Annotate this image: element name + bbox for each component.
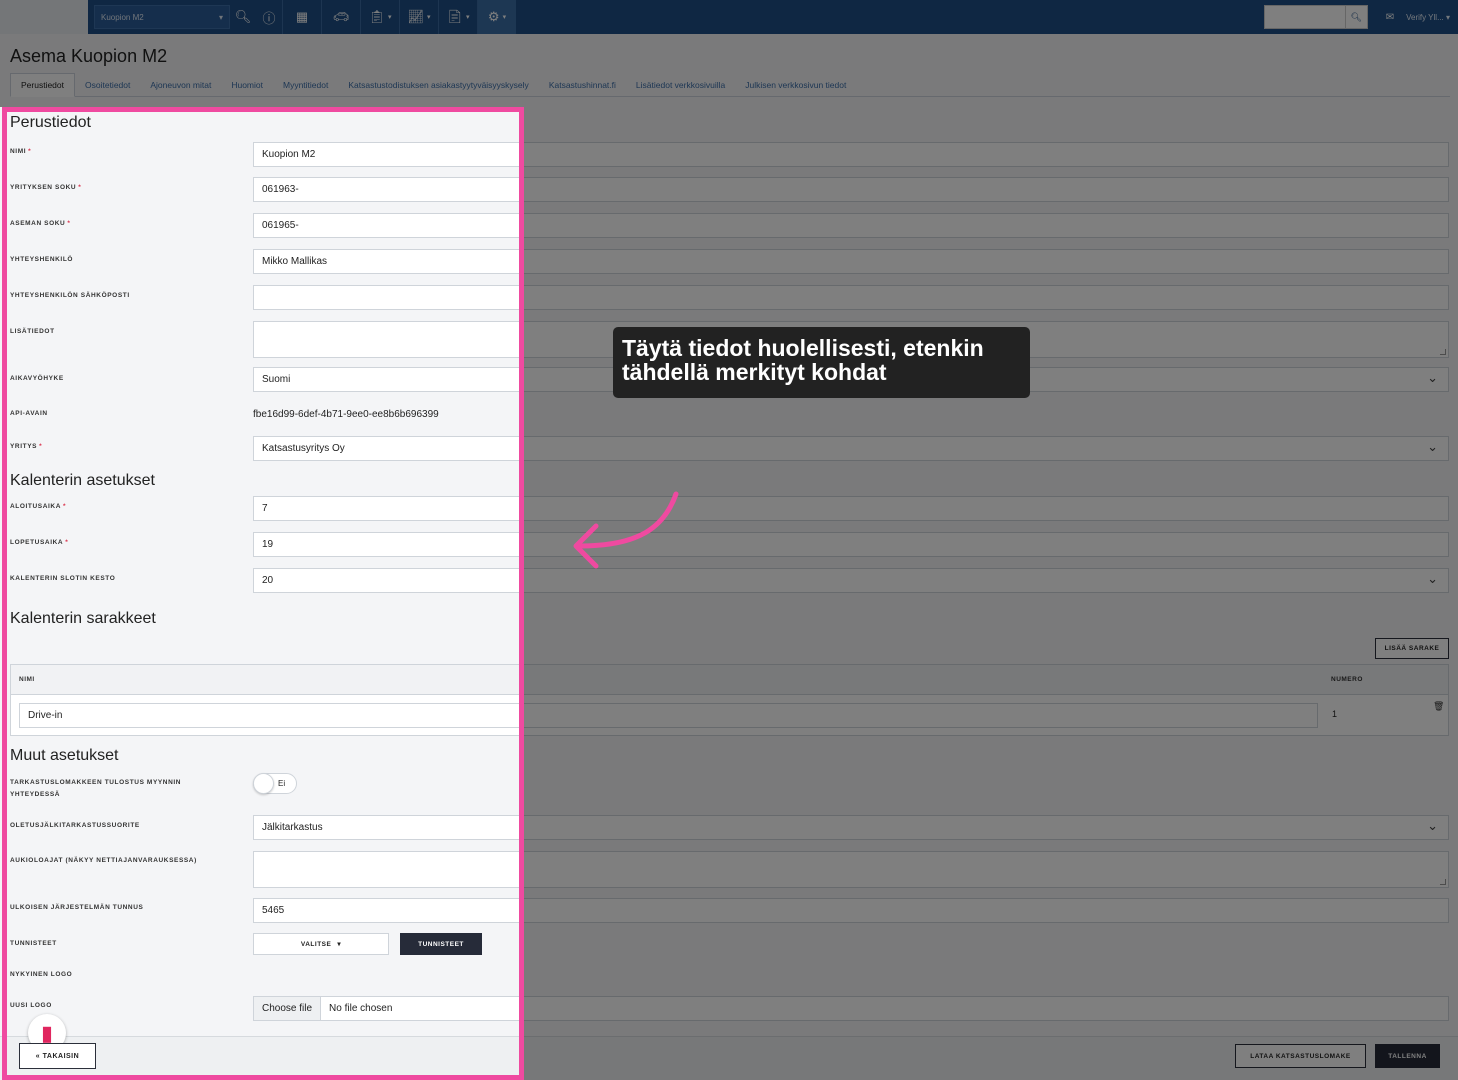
contact-email-label: YHTEYSHENKILÖN SÄHKÖPOSTI [10,292,130,299]
print-form-toggle[interactable]: Ei [253,773,297,794]
tags-label: TUNNISTEET [10,940,57,947]
api-key-label: API-AVAIN [10,410,48,417]
search-icon[interactable]: 🔍︎ [230,0,256,34]
tab-bar: Perustiedot Osoitetiedot Ajoneuvon mitat… [10,73,1450,97]
mail-icon[interactable]: ✉ [1386,12,1394,23]
timezone-label: AIKAVYÖHYKE [10,375,64,382]
column-number: 1 [1332,709,1338,719]
tab-julkisen-verkkosivun-tiedot[interactable]: Julkisen verkkosivun tiedot [735,73,856,97]
calendar-icon[interactable]: ▦ [283,0,321,34]
download-form-button[interactable]: LATAA KATSASTUSLOMAKE [1235,1044,1366,1068]
company-id-label: YRITYKSEN SOKU * [10,184,82,191]
default-reinspection-select[interactable]: Jälkitarkastus [253,815,1449,840]
top-navbar: Kuopion M2 ▾ 🔍︎ ⓘ ▦ 🚗︎ 📋︎ 📈︎ 📄︎ ⚙ 🔍︎ ✉ V… [0,0,1458,34]
column-header-number: NUMERO [1331,676,1363,683]
toggle-state: Ei [278,779,286,788]
double-chevron-left-icon: « [35,1052,43,1060]
default-reinspection-label: OLETUSJÄLKITARKASTUSSUORITE [10,822,140,829]
station-select[interactable]: Kuopion M2 ▾ [94,5,230,29]
new-logo-label: UUSI LOGO [10,1002,52,1009]
file-status: No file chosen [329,1003,393,1014]
slot-length-select[interactable]: 20 [253,568,1449,593]
tab-ajoneuvon-mitat[interactable]: Ajoneuvon mitat [140,73,221,97]
slot-length-label: KALENTERIN SLOTIN KESTO [10,575,116,582]
company-select[interactable]: Katsastusyritys Oy [253,436,1449,461]
section-title-basic: Perustiedot [10,114,91,131]
current-logo-label: NYKYINEN LOGO [10,971,73,978]
clipboard-icon[interactable]: 📋︎ [361,0,399,34]
api-key-value: fbe16d99-6def-4b71-9ee0-ee8b6b696399 [253,409,439,420]
chart-icon[interactable]: 📈︎ [400,0,438,34]
toggle-knob [253,773,274,794]
company-label: YRITYS * [10,443,43,450]
new-logo-file-input[interactable]: Choose file No file chosen [253,996,1449,1021]
section-title-calendar-columns: Kalenterin sarakkeet [10,610,156,627]
tags-button[interactable]: TUNNISTEET [400,933,482,955]
contact-label: YHTEYSHENKILÖ [10,256,74,263]
global-search-input[interactable] [1263,5,1346,29]
contact-email-field[interactable] [253,285,1449,310]
tab-katsastushinnat[interactable]: Katsastushinnat.fi [539,73,626,97]
company-id-field[interactable]: 061963- [253,177,1449,202]
opening-hours-textarea[interactable] [253,851,1449,888]
choose-file-button[interactable]: Choose file [254,997,322,1020]
tab-lisatiedot-verkkosivuilla[interactable]: Lisätiedot verkkosivuilla [626,73,735,97]
arrow-icon [573,491,679,569]
start-time-label: ALOITUSAIKA * [10,503,67,510]
end-time-label: LOPETUSAIKA * [10,539,69,546]
extra-info-label: LISÄTIEDOT [10,328,55,335]
station-id-field[interactable]: 061965- [253,213,1449,238]
save-button[interactable]: TALLENNA [1375,1044,1440,1068]
add-column-button[interactable]: LISÄÄ SARAKE [1375,638,1449,659]
car-icon[interactable]: 🚗︎ [322,0,360,34]
print-form-label: TARKASTUSLOMAKKEEN TULOSTUS MYYNNIN YHTE… [10,779,182,798]
station-id-label: ASEMAN SOKU * [10,220,71,227]
search-icon: 🔍︎ [1350,11,1362,22]
name-label: NIMI * [10,148,32,155]
back-button[interactable]: « TAKAISIN [19,1043,96,1069]
external-id-field[interactable]: 5465 [253,898,1449,923]
search-button[interactable]: 🔍︎ [1345,5,1368,29]
start-time-field[interactable]: 7 [253,496,1449,521]
tutorial-tooltip: Täytä tiedot huolellisesti, etenkin tähd… [613,327,1030,398]
table-row: Drive-in 1 🗑︎ [11,695,1448,735]
tab-huomiot[interactable]: Huomiot [221,73,273,97]
tab-asiakastyytyvaisyyskysely[interactable]: Katsastustodistuksen asiakastyytyväisyys… [338,73,538,97]
user-menu[interactable]: Verify Yll... [1406,13,1450,22]
document-icon[interactable]: 📄︎ [439,0,477,34]
chevron-down-icon: ▾ [218,12,223,22]
station-select-value: Kuopion M2 [101,12,144,22]
app-logo[interactable] [0,0,88,34]
calendar-columns-table: NIMI NUMERO Drive-in 1 🗑︎ [10,664,1449,736]
tab-osoitetiedot[interactable]: Osoitetiedot [75,73,140,97]
info-icon[interactable]: ⓘ [256,0,282,34]
end-time-field[interactable]: 19 [253,532,1449,557]
tab-myyntitiedot[interactable]: Myyntitiedot [273,73,338,97]
table-header: NIMI NUMERO [11,665,1448,695]
section-title-calendar-settings: Kalenterin asetukset [10,472,155,489]
opening-hours-label: AUKIOLOAJAT (NÄKYY NETTIAJANVARAUKSESSA) [10,857,197,864]
trash-icon[interactable]: 🗑︎ [1433,701,1444,712]
contact-field[interactable]: Mikko Mallikas [253,249,1449,274]
section-title-other-settings: Muut asetukset [10,747,119,764]
name-field[interactable]: Kuopion M2 [253,142,1449,167]
column-name-input[interactable]: Drive-in [19,703,1318,728]
column-header-name: NIMI [19,676,35,683]
external-id-label: ULKOISEN JÄRJESTELMÄN TUNNUS [10,904,144,911]
gear-icon[interactable]: ⚙ [478,0,516,34]
page-title: Asema Kuopion M2 [10,46,168,66]
tab-perustiedot[interactable]: Perustiedot [10,73,75,97]
tags-select[interactable]: VALITSE ▾ [253,933,389,955]
